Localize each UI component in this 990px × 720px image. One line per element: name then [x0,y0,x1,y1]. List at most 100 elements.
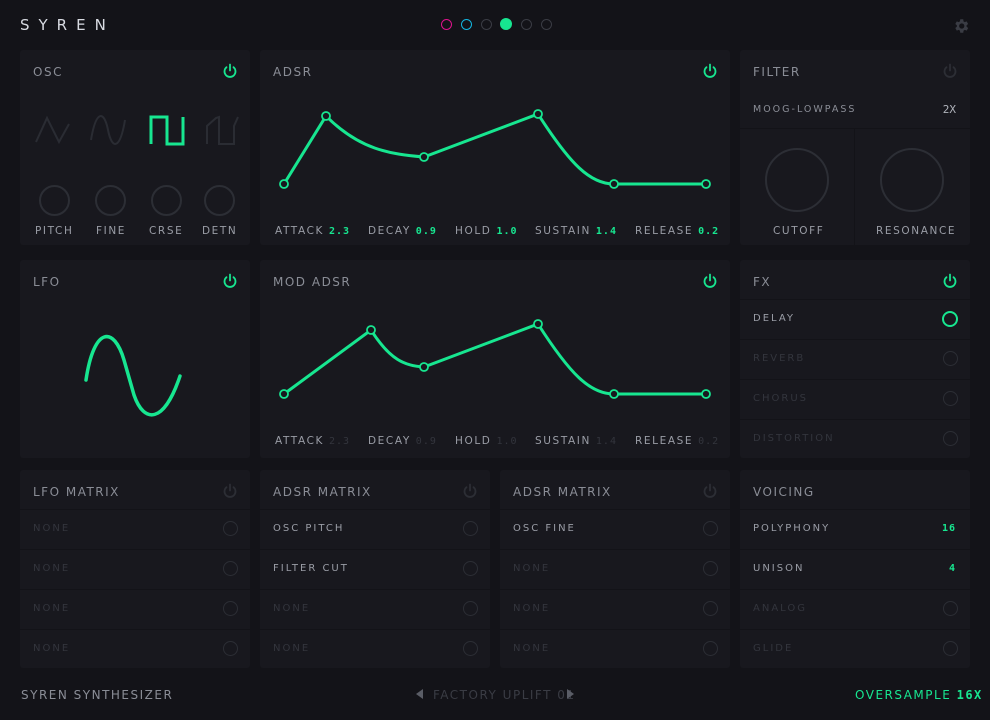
adsr-matrix-1-row[interactable]: FILTER CUT [260,549,490,589]
saw-wave-icon[interactable] [33,112,73,150]
adsr-envelope-graph[interactable] [260,50,730,245]
mod-adsr-decay[interactable]: DECAY 0.9 [368,435,437,447]
adsr-start-point[interactable] [279,179,289,189]
mod-adsr-hold-point[interactable] [533,319,543,329]
lfo-matrix-toggle[interactable] [223,601,238,616]
adsr-matrix-1-toggle[interactable] [463,561,478,576]
resonance-label: RESONANCE [876,225,957,237]
adsr-attack-point[interactable] [321,111,331,121]
preset-next-icon[interactable] [567,689,575,699]
page-dot-4-active[interactable] [500,18,512,30]
preset-prev-icon[interactable] [416,689,424,699]
pitch-knob[interactable] [39,185,70,216]
footer-app-name: SYREN SYNTHESIZER [21,688,174,702]
mod-adsr-attack-point[interactable] [366,325,376,335]
mod-adsr-decay-point[interactable] [419,362,429,372]
page-dot-1[interactable] [441,19,452,30]
fx-distortion-toggle[interactable] [943,431,958,446]
mod-adsr-release-point[interactable] [701,389,711,399]
oversample-value: 16X [956,688,983,702]
adsr-matrix-2-toggle[interactable] [703,601,718,616]
adsr-matrix-2-toggle[interactable] [703,561,718,576]
adsr-matrix-1-row[interactable]: NONE [260,629,490,669]
ramp-wave-icon[interactable] [204,114,244,148]
adsr-hold-point[interactable] [533,109,543,119]
adsr-decay[interactable]: DECAY 0.9 [368,225,437,237]
adsr-matrix-1-power-icon[interactable] [462,483,478,499]
fine-knob[interactable] [95,185,126,216]
fx-row-distortion[interactable]: DISTORTION [740,419,970,459]
voicing-row-polyphony[interactable]: POLYPHONY 16 [740,509,970,549]
lfo-matrix-row[interactable]: NONE [20,589,250,629]
voicing-row-glide[interactable]: GLIDE [740,629,970,669]
analog-toggle[interactable] [943,601,958,616]
adsr-hold[interactable]: HOLD 1.0 [455,225,518,237]
adsr-matrix-1-row[interactable]: NONE [260,589,490,629]
page-dot-6[interactable] [541,19,552,30]
page-dot-5[interactable] [521,19,532,30]
polyphony-value[interactable]: 16 [942,523,956,534]
detn-knob[interactable] [204,185,235,216]
fx-reverb-toggle[interactable] [943,351,958,366]
adsr-matrix-2-toggle[interactable] [703,641,718,656]
oversample-control[interactable]: OVERSAMPLE 16X [855,688,983,702]
mod-adsr-attack[interactable]: ATTACK 2.3 [275,435,350,447]
resonance-knob[interactable] [880,148,944,212]
adsr-sustain[interactable]: SUSTAIN 1.4 [535,225,617,237]
mod-adsr-envelope-graph[interactable] [260,260,730,458]
voicing-row-analog[interactable]: ANALOG [740,589,970,629]
lfo-matrix-row[interactable]: NONE [20,629,250,669]
lfo-matrix-power-icon[interactable] [222,483,238,499]
mod-adsr-sustain-point[interactable] [609,389,619,399]
page-dot-2[interactable] [461,19,472,30]
adsr-matrix-2-toggle[interactable] [703,521,718,536]
fx-delay-toggle[interactable] [942,311,958,327]
adsr-matrix-2-row[interactable]: OSC FINE [500,509,730,549]
mod-adsr-hold[interactable]: HOLD 1.0 [455,435,518,447]
lfo-power-icon[interactable] [222,273,238,289]
voicing-row-unison[interactable]: UNISON 4 [740,549,970,589]
lfo-matrix-toggle[interactable] [223,521,238,536]
cutoff-knob[interactable] [765,148,829,212]
preset-name[interactable]: FACTORY UPLIFT 01 [433,688,576,702]
filter-type[interactable]: MOOG-LOWPASS [753,104,856,115]
adsr-matrix-1-toggle[interactable] [463,641,478,656]
fx-row-chorus[interactable]: CHORUS [740,379,970,419]
gear-icon[interactable] [952,17,970,35]
adsr-attack[interactable]: ATTACK 2.3 [275,225,350,237]
lfo-sine-wave-graph[interactable] [80,330,190,420]
glide-toggle[interactable] [943,641,958,656]
filter-power-icon[interactable] [942,63,958,79]
lfo-matrix-row[interactable]: NONE [20,549,250,589]
adsr-sustain-point[interactable] [609,179,619,189]
adsr-panel: ADSR ATTACK 2.3 DECAY 0.9 HOLD 1.0 SUSTA… [260,50,730,245]
adsr-release-point[interactable] [701,179,711,189]
fx-row-delay[interactable]: DELAY [740,299,970,339]
adsr-matrix-2-power-icon[interactable] [702,483,718,499]
mod-adsr-sustain[interactable]: SUSTAIN 1.4 [535,435,617,447]
unison-value[interactable]: 4 [949,563,956,574]
mod-adsr-start-point[interactable] [279,389,289,399]
lfo-matrix-toggle[interactable] [223,641,238,656]
adsr-matrix-2-row[interactable]: NONE [500,549,730,589]
adsr-matrix-2-row[interactable]: NONE [500,629,730,669]
fx-row-reverb[interactable]: REVERB [740,339,970,379]
sine-wave-icon[interactable] [88,112,128,150]
crse-knob[interactable] [151,185,182,216]
mod-adsr-release[interactable]: RELEASE 0.2 [635,435,719,447]
lfo-matrix-toggle[interactable] [223,561,238,576]
fx-chorus-toggle[interactable] [943,391,958,406]
adsr-matrix-1-toggle[interactable] [463,601,478,616]
square-wave-icon[interactable] [148,114,188,148]
adsr-decay-point[interactable] [419,152,429,162]
crse-label: CRSE [149,225,184,237]
page-dot-3[interactable] [481,19,492,30]
adsr-matrix-2-row[interactable]: NONE [500,589,730,629]
lfo-matrix-row[interactable]: NONE [20,509,250,549]
adsr-matrix-1-row[interactable]: OSC PITCH [260,509,490,549]
adsr-matrix-1-toggle[interactable] [463,521,478,536]
adsr-release[interactable]: RELEASE 0.2 [635,225,719,237]
filter-mult[interactable]: 2X [943,103,956,116]
osc-power-icon[interactable] [222,63,238,79]
fx-power-icon[interactable] [942,273,958,289]
